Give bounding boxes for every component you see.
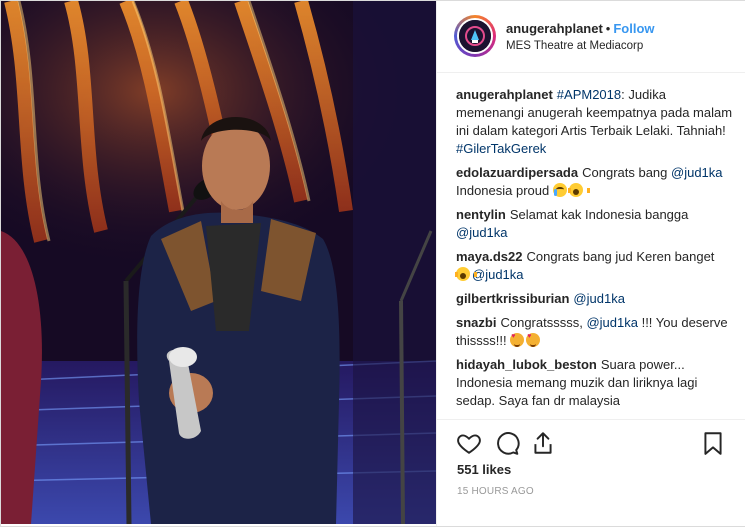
list-item: edolazuardipersada Congrats bang @jud1ka … — [456, 164, 734, 200]
post-sidebar: anugerahplanet • Follow MES Theatre at Med… — [436, 1, 745, 526]
header-line: anugerahplanet • Follow — [506, 21, 655, 36]
performer-photo-illustration — [1, 1, 436, 524]
heart-eyes-face-icon — [510, 332, 525, 347]
comment-bubble-icon[interactable] — [494, 430, 520, 456]
avatar[interactable] — [457, 18, 493, 54]
comments-list: anugerahplanet #APM2018: Judika memenangi… — [455, 86, 734, 416]
list-item: nentylin Selamat kak Indonesia bangga @ju… — [456, 206, 734, 242]
comment-text: Congrats bang jud Keren banget — [526, 249, 715, 264]
caption: anugerahplanet #APM2018: Judika memenangi… — [456, 86, 734, 158]
comment-text: Indonesia proud — [456, 183, 550, 198]
hashtag-link[interactable]: #GilerTakGerek — [456, 141, 546, 156]
hashtag-link[interactable]: #APM2018 — [557, 87, 621, 102]
comment-text: Selamat kak Indonesia bangga — [509, 207, 689, 222]
screaming-face-icon — [567, 183, 590, 197]
list-item: gilbertkrissiburian @jud1ka — [456, 290, 734, 308]
post-location[interactable]: MES Theatre at Mediacorp — [506, 40, 643, 52]
mention-link[interactable]: @jud1ka — [456, 225, 508, 240]
planet-logo-icon — [459, 20, 491, 52]
list-item: hidayah_lubok_beston Suara power... Indon… — [456, 356, 734, 410]
comment-username[interactable]: nentylin — [456, 207, 506, 222]
avatar-story-ring[interactable] — [454, 15, 496, 57]
comment-username[interactable]: edolazuardipersada — [456, 165, 578, 180]
comment-username[interactable]: gilbertkrissiburian — [456, 291, 569, 306]
post-username[interactable]: anugerahplanet — [506, 21, 603, 36]
post-photo[interactable] — [1, 1, 436, 524]
likes-count[interactable]: 551 likes — [457, 462, 511, 477]
mention-link[interactable]: @jud1ka — [573, 291, 625, 306]
crying-face-icon — [552, 183, 567, 197]
comment-text: Congrats bang — [582, 165, 672, 180]
heart-outline-icon[interactable] — [456, 430, 482, 456]
heart-eyes-face-icon — [526, 332, 541, 347]
follow-button[interactable]: Follow — [613, 21, 654, 36]
comment-username[interactable]: hidayah_lubok_beston — [456, 357, 597, 372]
screaming-face-icon — [455, 267, 477, 281]
mention-link[interactable]: @jud1ka — [472, 267, 524, 282]
comment-text: Congratsssss, — [500, 315, 587, 330]
mention-link[interactable]: @jud1ka — [586, 315, 638, 330]
comment-username[interactable]: maya.ds22 — [456, 249, 523, 264]
caption-username[interactable]: anugerahplanet — [456, 87, 553, 102]
bookmark-icon[interactable] — [700, 430, 726, 456]
comment-username[interactable]: snazbi — [456, 315, 496, 330]
list-item: snazbi Congratsssss, @jud1ka !!! You dese… — [456, 314, 734, 350]
post-timestamp[interactable]: 15 HOURS AGO — [457, 486, 534, 497]
separator-dot: • — [605, 21, 611, 36]
post-header: anugerahplanet • Follow MES Theatre at Med… — [437, 1, 745, 73]
mention-link[interactable]: @jud1ka — [671, 165, 723, 180]
list-item: maya.ds22 Congrats bang jud Keren banget … — [455, 248, 734, 284]
share-icon[interactable] — [530, 430, 556, 456]
instagram-post-embed: anugerahplanet • Follow MES Theatre at Med… — [0, 0, 745, 527]
